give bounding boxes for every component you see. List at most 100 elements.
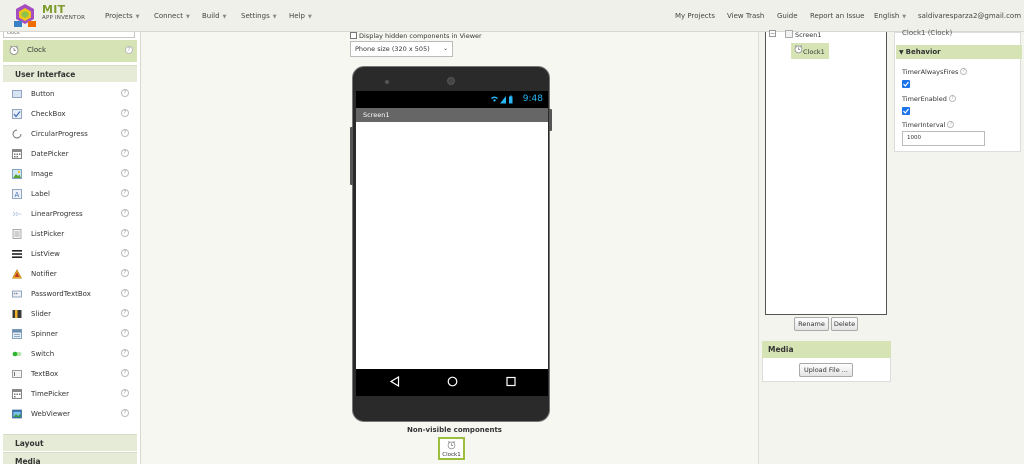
- nav-view-trash[interactable]: View Trash: [727, 12, 764, 20]
- palette-section-user-interface[interactable]: User Interface: [3, 65, 137, 82]
- palette-item-label-text: Label: [31, 190, 50, 198]
- timer-enabled-checkbox[interactable]: [902, 107, 910, 115]
- delete-button[interactable]: Delete: [831, 317, 858, 331]
- palette-item-listview[interactable]: ListView ?: [3, 244, 137, 264]
- help-icon[interactable]: ?: [121, 109, 129, 117]
- non-visible-clock1[interactable]: Clock1: [438, 437, 465, 460]
- palette-item-label: LinearProgress: [31, 210, 83, 218]
- help-icon[interactable]: ?: [121, 269, 129, 277]
- palette-search-input[interactable]: clock: [3, 32, 135, 38]
- palette-item-textbox[interactable]: TextBox ?: [3, 364, 137, 384]
- palette-item-webviewer[interactable]: WebViewer ?: [3, 404, 137, 424]
- rename-button[interactable]: Rename: [794, 317, 829, 331]
- help-icon[interactable]: ?: [121, 249, 129, 257]
- phone-mockup: 9:48 Screen1: [350, 66, 552, 422]
- behavior-section-header[interactable]: ▼ Behavior: [896, 45, 1022, 59]
- help-icon[interactable]: ?: [121, 229, 129, 237]
- screen-icon: [785, 30, 793, 38]
- palette-item-spinner[interactable]: Spinner ?: [3, 324, 137, 344]
- palette-item-slider[interactable]: Slider ?: [3, 304, 137, 324]
- display-hidden-label: Display hidden components in Viewer: [359, 32, 482, 40]
- palette-section-media[interactable]: Media: [3, 452, 137, 464]
- help-icon[interactable]: ?: [121, 209, 129, 217]
- logo-text[interactable]: MIT APP INVENTOR: [42, 4, 85, 22]
- phone-side-button: [549, 109, 552, 131]
- nav-account[interactable]: saldivaresparza2@gmail.com: [918, 12, 1021, 20]
- nav-my-projects[interactable]: My Projects: [675, 12, 715, 20]
- nav-language[interactable]: English ▼: [874, 12, 906, 20]
- timer-always-fires-checkbox[interactable]: [902, 80, 910, 88]
- palette-item-circularprogress[interactable]: CircularProgress ?: [3, 124, 137, 144]
- palette-item-listpicker[interactable]: ListPicker ?: [3, 224, 137, 244]
- caret-down-icon: ▼: [135, 14, 140, 20]
- help-icon[interactable]: ?: [121, 289, 129, 297]
- phone-camera: [447, 77, 455, 85]
- notifier-icon: [12, 269, 22, 279]
- menu-projects[interactable]: Projects ▼: [105, 12, 139, 20]
- help-icon[interactable]: ?: [121, 329, 129, 337]
- caret-down-icon: ▼: [307, 14, 312, 20]
- nav-report-issue[interactable]: Report an Issue: [810, 12, 864, 20]
- nav-guide[interactable]: Guide: [777, 12, 798, 20]
- palette-item-label: PasswordTextBox: [31, 290, 91, 298]
- svg-text:**: **: [14, 292, 19, 298]
- phone-screen[interactable]: [356, 122, 548, 369]
- collapse-icon[interactable]: −: [769, 30, 776, 37]
- help-icon[interactable]: ?: [121, 189, 129, 197]
- help-icon[interactable]: ?: [960, 68, 968, 75]
- button-icon: [12, 90, 22, 98]
- svg-text:A: A: [15, 191, 20, 199]
- palette-search-result-clock[interactable]: Clock ?: [3, 40, 137, 62]
- palette-item-label: Button: [31, 90, 55, 98]
- help-icon[interactable]: ?: [121, 169, 129, 177]
- palette-item-timepicker[interactable]: TimePicker ?: [3, 384, 137, 404]
- screen-title-bar[interactable]: Screen1: [356, 108, 548, 122]
- help-icon[interactable]: ?: [121, 89, 129, 97]
- palette-item-checkbox[interactable]: CheckBox ?: [3, 104, 137, 124]
- palette-item-passwordtextbox[interactable]: ** PasswordTextBox ?: [3, 284, 137, 304]
- menu-settings[interactable]: Settings ▼: [241, 12, 277, 20]
- phone-size-value: Phone size (320 x 505): [355, 45, 430, 53]
- tree-item-screen1[interactable]: Screen1: [795, 31, 821, 39]
- help-icon[interactable]: ?: [121, 349, 129, 357]
- palette-section-layout[interactable]: Layout: [3, 434, 137, 451]
- help-icon[interactable]: ?: [121, 369, 129, 377]
- menu-projects-label: Projects: [105, 12, 133, 20]
- help-icon[interactable]: ?: [121, 409, 129, 417]
- list-picker-icon: [12, 229, 22, 239]
- palette-item-notifier[interactable]: Notifier ?: [3, 264, 137, 284]
- upload-file-button[interactable]: Upload File ...: [799, 363, 853, 377]
- display-hidden-checkbox[interactable]: [350, 32, 357, 39]
- recents-icon: [506, 376, 516, 387]
- palette-item-linearprogress[interactable]: LinearProgress ?: [3, 204, 137, 224]
- timer-always-fires-label: TimerAlwaysFires?: [902, 68, 968, 76]
- palette-item-label[interactable]: A Label ?: [3, 184, 137, 204]
- palette-item-image[interactable]: Image ?: [3, 164, 137, 184]
- display-hidden-row[interactable]: Display hidden components in Viewer: [350, 32, 482, 40]
- palette-item-switch[interactable]: Switch ?: [3, 344, 137, 364]
- help-icon[interactable]: ?: [121, 389, 129, 397]
- palette-item-label: ListPicker: [31, 230, 65, 238]
- phone-size-select[interactable]: Phone size (320 x 505) ⌄: [350, 41, 453, 57]
- help-icon[interactable]: ?: [121, 129, 129, 137]
- help-icon[interactable]: ?: [948, 95, 956, 102]
- palette-item-label: TimePicker: [31, 390, 69, 398]
- viewer-panel: Display hidden components in Viewer Phon…: [141, 32, 758, 464]
- help-icon[interactable]: ?: [121, 309, 129, 317]
- help-icon[interactable]: ?: [947, 121, 955, 128]
- tree-item-clock1[interactable]: Clock1: [791, 43, 829, 59]
- help-icon[interactable]: ?: [121, 149, 129, 157]
- media-section-title[interactable]: Media: [762, 341, 891, 358]
- slider-icon: [12, 310, 22, 318]
- timer-interval-input[interactable]: 1000: [902, 131, 985, 146]
- menu-connect[interactable]: Connect ▼: [154, 12, 190, 20]
- switch-icon: [12, 351, 22, 357]
- tree-item-clock1-label: Clock1: [803, 48, 825, 56]
- palette-item-datepicker[interactable]: DatePicker ?: [3, 144, 137, 164]
- menu-build[interactable]: Build ▼: [202, 12, 226, 20]
- time-picker-icon: [12, 389, 22, 399]
- palette-item-button[interactable]: Button ?: [3, 84, 137, 104]
- menu-help[interactable]: Help ▼: [289, 12, 312, 20]
- help-icon[interactable]: ?: [125, 46, 133, 54]
- app-inventor-logo-icon[interactable]: [10, 3, 40, 29]
